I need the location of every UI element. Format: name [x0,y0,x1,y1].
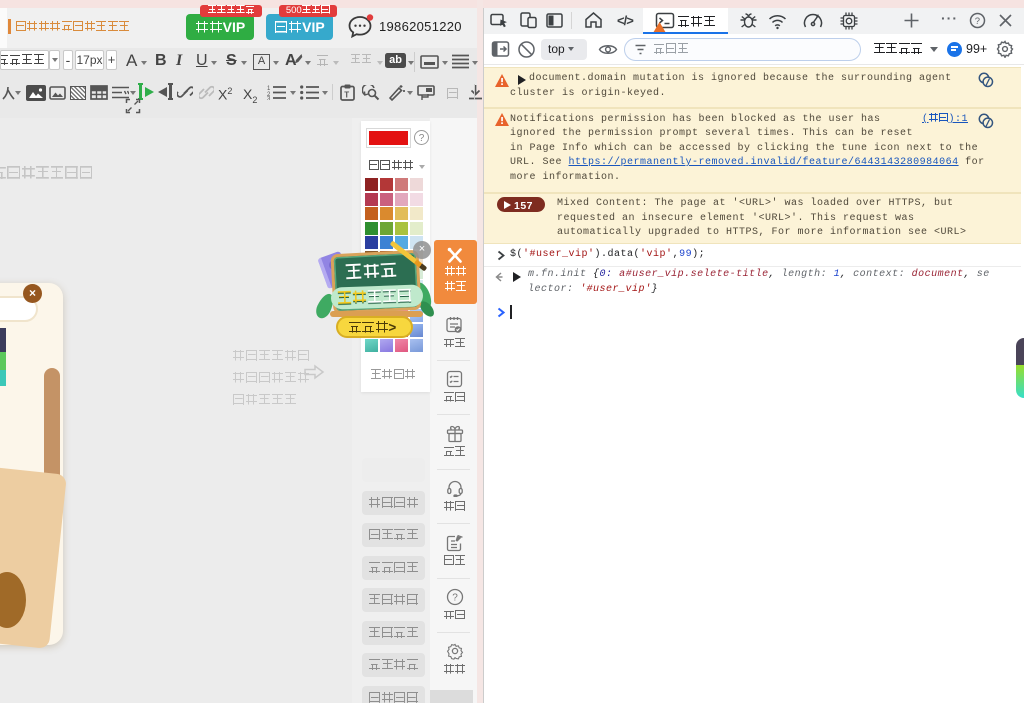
svg-text:?: ? [452,593,458,604]
svg-text:3: 3 [267,97,271,101]
svg-text:T: T [344,91,349,100]
svg-text:?: ? [975,16,980,27]
